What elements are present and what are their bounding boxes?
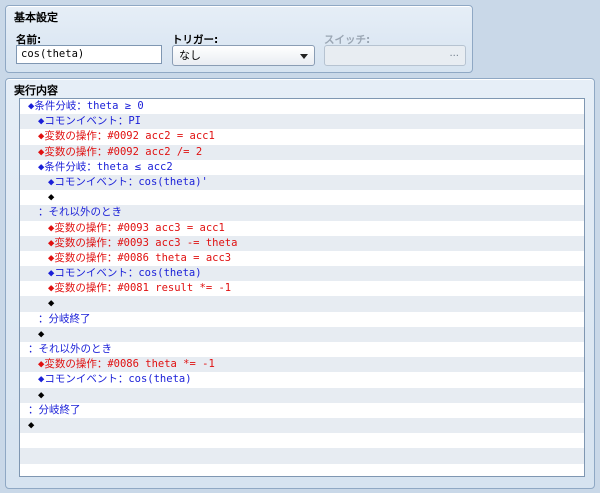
command-row[interactable]: ◆ <box>20 417 584 434</box>
command-text: ◆変数の操作：#0081 result *= -1 <box>48 282 232 295</box>
command-row[interactable]: ◆変数の操作：#0093 acc3 = acc1 <box>20 220 584 236</box>
command-text: ◆コモンイベント：PI <box>38 115 141 128</box>
command-row[interactable]: ◆変数の操作：#0092 acc2 /= 2 <box>20 144 584 160</box>
command-text: ：分岐終了 <box>38 312 91 325</box>
command-row[interactable]: ◆ <box>20 326 584 342</box>
command-text: ◆ <box>38 327 45 340</box>
command-row[interactable]: ◆ <box>20 190 584 206</box>
command-row[interactable] <box>20 433 584 449</box>
command-row[interactable]: ：それ以外のとき <box>20 205 584 221</box>
command-row[interactable] <box>20 463 584 476</box>
command-row[interactable]: ◆条件分岐：theta ≤ acc2 <box>20 159 584 175</box>
command-text: ◆変数の操作：#0092 acc2 /= 2 <box>38 145 203 158</box>
command-text: ◆コモンイベント：cos(theta) <box>38 373 192 386</box>
trigger-select-value: なし <box>179 49 201 62</box>
command-text: ◆ <box>48 297 55 310</box>
command-row[interactable]: ◆変数の操作：#0081 result *= -1 <box>20 281 584 297</box>
command-text: ：それ以外のとき <box>38 206 122 219</box>
command-text: ◆変数の操作：#0093 acc3 -= theta <box>48 236 238 249</box>
command-row[interactable]: ◆条件分岐：theta ≥ 0 <box>20 99 584 115</box>
command-row[interactable]: ◆変数の操作：#0086 theta *= -1 <box>20 357 584 373</box>
command-row[interactable] <box>20 448 584 464</box>
command-text: ◆ <box>28 418 35 431</box>
command-row[interactable]: ◆変数の操作：#0086 theta = acc3 <box>20 250 584 267</box>
command-row[interactable]: ◆変数の操作：#0093 acc3 -= theta <box>20 235 584 251</box>
command-text: ◆条件分岐：theta ≤ acc2 <box>38 160 173 173</box>
basic-settings-panel: 基本設定 名前: cos(theta) トリガー: なし スイッチ: ... <box>5 5 473 73</box>
command-row[interactable]: ◆コモンイベント：cos(theta)' <box>20 174 584 191</box>
chevron-down-icon <box>300 54 308 59</box>
command-text: ◆条件分岐：theta ≥ 0 <box>28 100 144 112</box>
switch-field: ... <box>324 45 466 66</box>
command-text: ◆コモンイベント：cos(theta)' <box>48 175 208 188</box>
name-input[interactable]: cos(theta) <box>16 45 162 64</box>
command-row[interactable]: ◆コモンイベント：PI <box>20 114 584 130</box>
command-text: ：それ以外のとき <box>28 343 112 355</box>
command-text: ◆ <box>38 388 45 401</box>
command-text: ：分岐終了 <box>28 403 81 416</box>
switch-browse-button: ... <box>449 48 459 59</box>
command-row[interactable]: ◆コモンイベント：cos(theta) <box>20 372 584 388</box>
command-row[interactable]: ◆変数の操作：#0092 acc2 = acc1 <box>20 129 584 145</box>
command-text: ◆変数の操作：#0092 acc2 = acc1 <box>38 130 215 143</box>
command-row[interactable]: ：分岐終了 <box>20 402 584 418</box>
command-row[interactable]: ：分岐終了 <box>20 311 584 327</box>
command-text: ◆ <box>48 191 55 204</box>
command-row[interactable]: ◆ <box>20 387 584 403</box>
trigger-select[interactable]: なし <box>172 45 315 66</box>
command-text: ◆コモンイベント：cos(theta) <box>48 267 202 280</box>
command-row[interactable]: ◆コモンイベント：cos(theta) <box>20 266 584 282</box>
command-text: ◆変数の操作：#0086 theta = acc3 <box>48 251 232 264</box>
execution-content-title: 実行内容 <box>14 84 58 97</box>
command-text: ◆変数の操作：#0086 theta *= -1 <box>38 358 215 371</box>
command-row[interactable]: ：それ以外のとき <box>20 342 584 358</box>
basic-settings-title: 基本設定 <box>14 11 58 24</box>
command-list[interactable]: ◆条件分岐：theta ≥ 0 ◆コモンイベント：PI ◆変数の操作：#0092 a… <box>19 98 585 477</box>
command-row[interactable]: ◆ <box>20 296 584 312</box>
command-text: ◆変数の操作：#0093 acc3 = acc1 <box>48 221 225 234</box>
